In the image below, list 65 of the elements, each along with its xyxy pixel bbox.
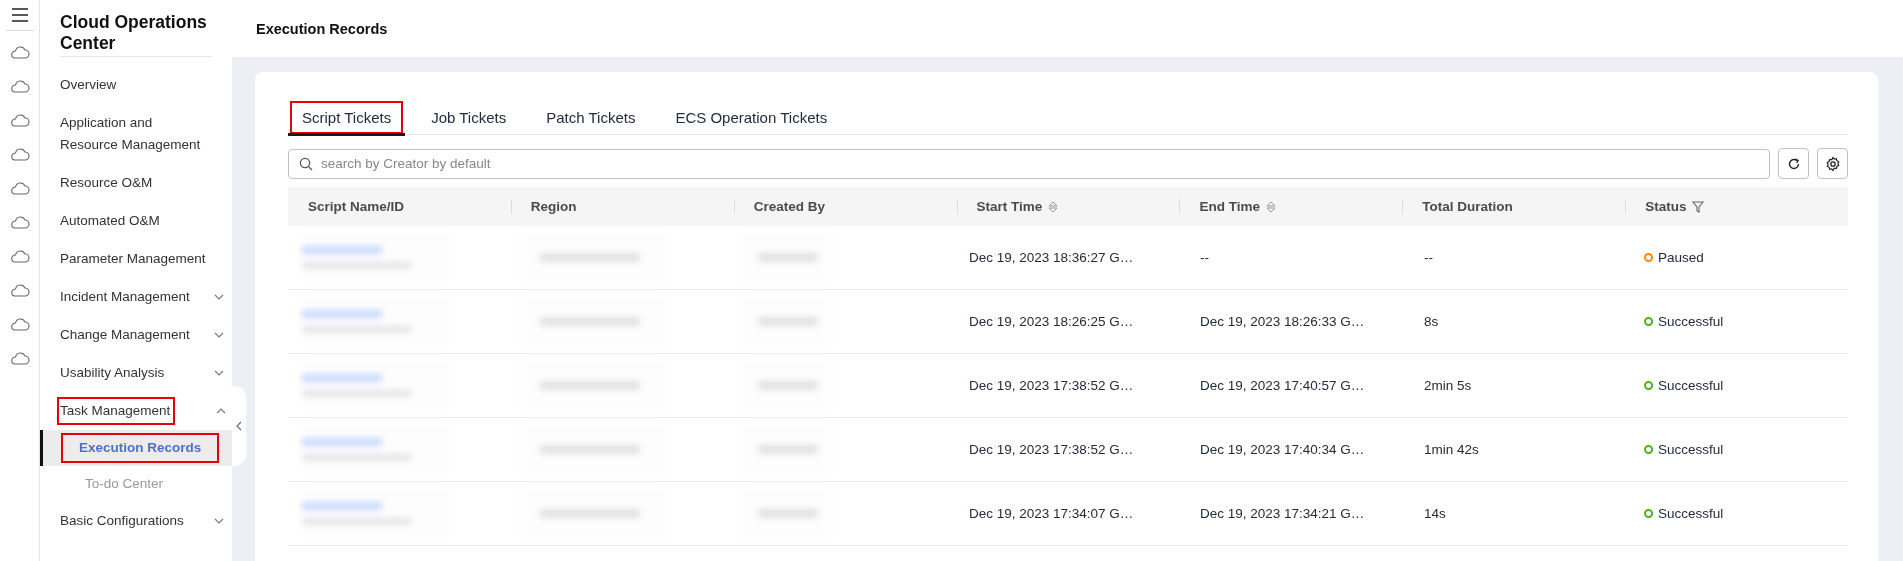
table-cell: 1min 42s bbox=[1424, 442, 1479, 457]
tab[interactable]: Job Tickets bbox=[417, 100, 521, 134]
table-cell: Dec 19, 2023 17:40:34 G… bbox=[1200, 442, 1365, 457]
refresh-button[interactable] bbox=[1778, 148, 1809, 179]
settings-button[interactable] bbox=[1817, 148, 1848, 179]
table-cell: -- bbox=[1424, 250, 1433, 265]
cloud-icon[interactable] bbox=[9, 147, 30, 161]
status-label: Successful bbox=[1658, 442, 1724, 457]
cloud-icon[interactable] bbox=[9, 317, 30, 331]
table-cell: Dec 19, 2023 17:38:52 G… bbox=[969, 442, 1134, 457]
status-label: Successful bbox=[1658, 378, 1724, 393]
sort-icon[interactable] bbox=[1265, 200, 1276, 213]
cloud-icon[interactable] bbox=[9, 283, 30, 297]
table-cell: Dec 19, 2023 17:34:21 G… bbox=[1200, 506, 1365, 521]
collapse-handle[interactable] bbox=[232, 386, 246, 466]
table-cell: Dec 19, 2023 17:38:52 G… bbox=[969, 378, 1134, 393]
table-cell: 2min 5s bbox=[1424, 378, 1472, 393]
nav-item[interactable]: Application and Resource Management bbox=[40, 104, 232, 164]
cloud-icon[interactable] bbox=[9, 113, 30, 127]
gear-icon bbox=[1824, 155, 1841, 172]
table-cell: 8s bbox=[1424, 314, 1439, 329]
table-cell: Dec 19, 2023 17:40:57 G… bbox=[1200, 378, 1365, 393]
filter-icon[interactable] bbox=[1692, 200, 1705, 213]
menu-icon[interactable] bbox=[10, 8, 29, 22]
nav-subitem[interactable]: Execution Records bbox=[40, 430, 232, 466]
cloud-icon[interactable] bbox=[9, 249, 30, 263]
nav-item[interactable]: Automated O&M bbox=[40, 202, 232, 240]
column-header: End Time bbox=[1199, 199, 1260, 214]
column-header: Script Name/ID bbox=[308, 199, 405, 214]
table-cell: Dec 19, 2023 18:36:27 G… bbox=[969, 250, 1134, 265]
nav-item[interactable]: Usability Analysis bbox=[40, 354, 232, 392]
search-icon bbox=[299, 156, 313, 171]
column-header: Status bbox=[1645, 199, 1687, 214]
nav-item[interactable]: Change Management bbox=[40, 316, 232, 354]
page-title: Execution Records bbox=[256, 20, 388, 37]
tab[interactable]: ECS Operation Tickets bbox=[661, 100, 842, 134]
nav-item[interactable]: Incident Management bbox=[40, 278, 232, 316]
nav-item[interactable]: Resource O&M bbox=[40, 164, 232, 202]
column-header: Start Time bbox=[976, 199, 1043, 214]
table-cell: Dec 19, 2023 17:34:07 G… bbox=[969, 506, 1134, 521]
nav-item[interactable]: Basic Configurations bbox=[40, 502, 232, 540]
table-cell: -- bbox=[1200, 250, 1209, 265]
search-field[interactable]: search by Creator by default bbox=[288, 148, 1770, 179]
table-cell: Dec 19, 2023 18:26:25 G… bbox=[969, 314, 1134, 329]
nav-item[interactable]: Overview bbox=[40, 66, 232, 104]
cloud-icon[interactable] bbox=[9, 45, 30, 59]
sort-icon[interactable] bbox=[1048, 200, 1059, 213]
column-header: Created By bbox=[753, 199, 825, 214]
nav-item[interactable]: Task Management bbox=[40, 392, 232, 430]
nav-item[interactable]: Parameter Management bbox=[40, 240, 232, 278]
column-header: Region bbox=[530, 199, 577, 214]
column-header: Total Duration bbox=[1422, 199, 1513, 214]
table-cell: Dec 19, 2023 18:26:33 G… bbox=[1200, 314, 1365, 329]
tab[interactable]: Patch Tickets bbox=[532, 100, 650, 134]
refresh-icon bbox=[1786, 156, 1801, 171]
table-cell: 14s bbox=[1424, 506, 1446, 521]
status-label: Successful bbox=[1658, 506, 1724, 521]
cloud-icon[interactable] bbox=[9, 181, 30, 195]
status-label: Successful bbox=[1658, 314, 1724, 329]
tab[interactable]: Script Tickets bbox=[288, 100, 406, 134]
cloud-icon[interactable] bbox=[9, 215, 30, 229]
status-label: Paused bbox=[1658, 250, 1704, 265]
cloud-icon[interactable] bbox=[9, 79, 30, 93]
sidebar-title: Cloud Operations Center bbox=[60, 12, 212, 57]
cloud-icon[interactable] bbox=[9, 351, 30, 365]
